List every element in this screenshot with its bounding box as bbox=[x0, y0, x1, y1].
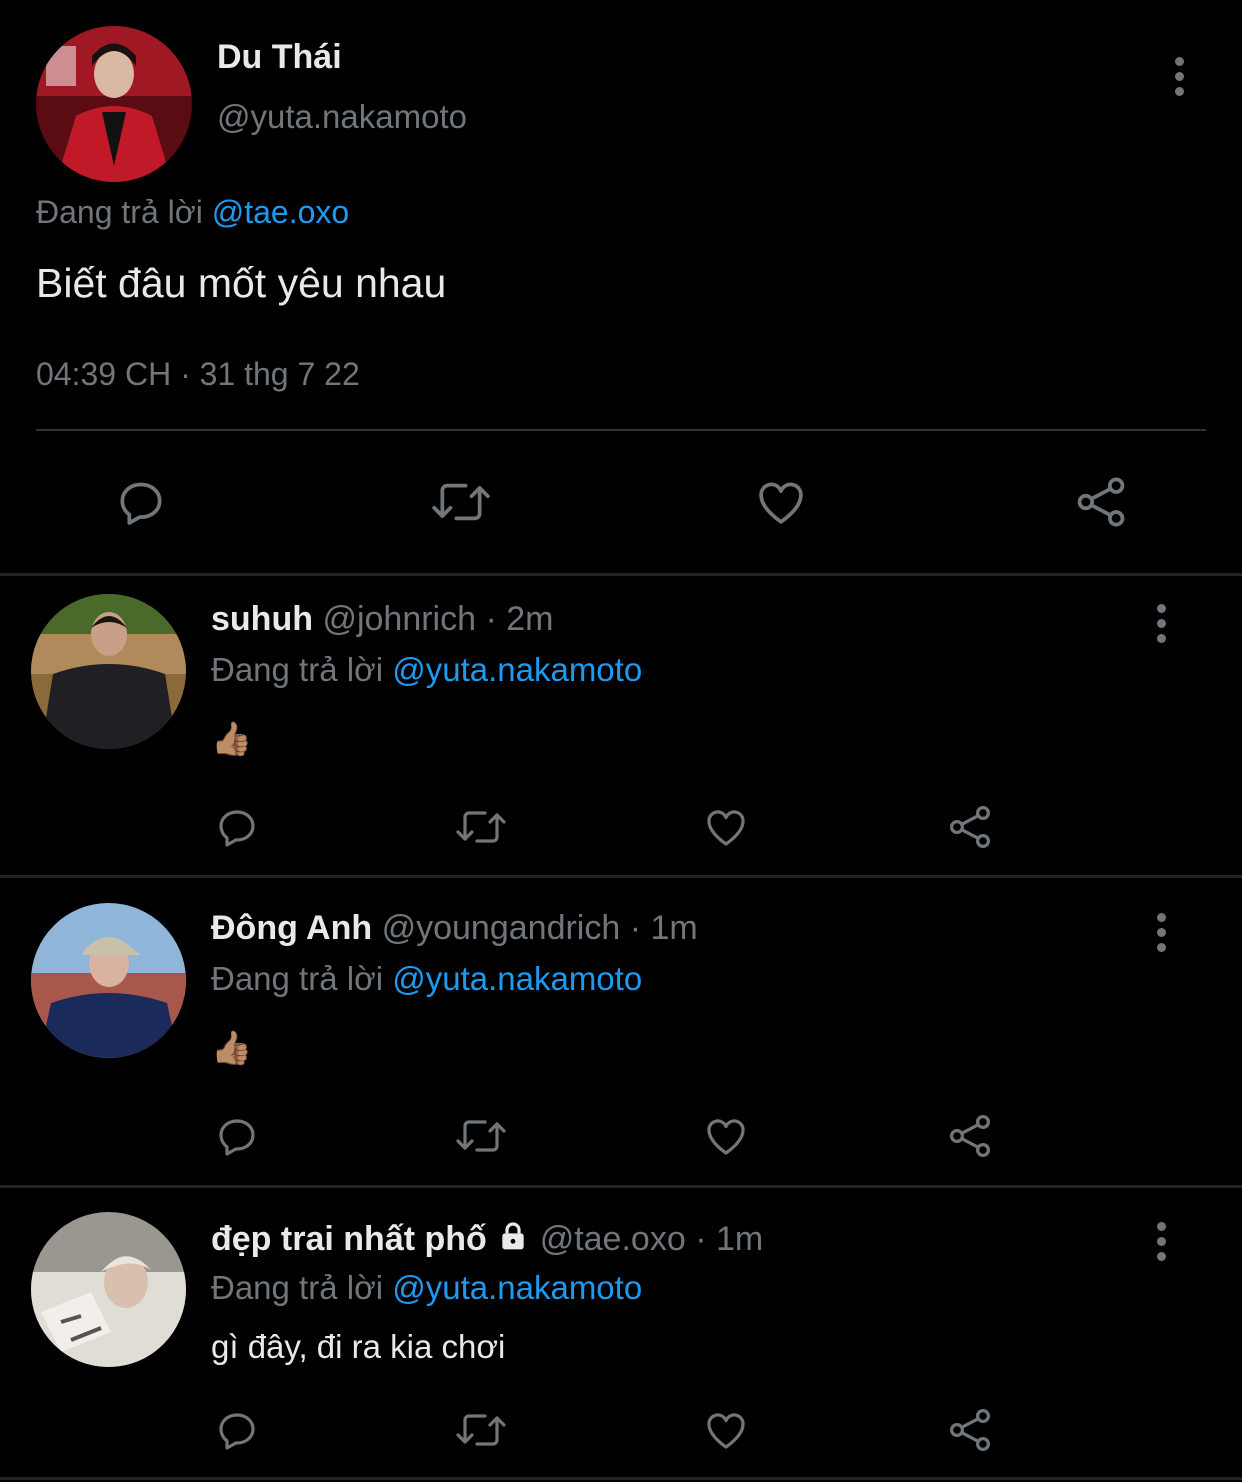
author-handle[interactable]: @yuta.nakamoto bbox=[217, 98, 467, 136]
replying-to-link[interactable]: @yuta.nakamoto bbox=[392, 651, 642, 688]
reply-time[interactable]: 1m bbox=[651, 909, 698, 947]
share-icon[interactable] bbox=[946, 1112, 994, 1160]
share-icon[interactable] bbox=[1072, 474, 1130, 530]
author-name[interactable]: đẹp trai nhất phố bbox=[211, 1220, 487, 1258]
reply-time[interactable]: 1m bbox=[716, 1220, 763, 1258]
author-name[interactable]: Đông Anh bbox=[211, 909, 372, 947]
like-icon[interactable] bbox=[702, 1112, 750, 1160]
avatar[interactable] bbox=[31, 594, 186, 749]
more-icon[interactable] bbox=[1155, 604, 1167, 649]
divider bbox=[0, 1477, 1242, 1480]
share-icon[interactable] bbox=[946, 1406, 994, 1454]
separator: · bbox=[485, 600, 497, 638]
reply-text: 👍🏽 bbox=[211, 720, 253, 757]
reply-text: gì đây, đi ra kia chơi bbox=[211, 1328, 506, 1365]
replying-to: Đang trả lời @tae.oxo bbox=[36, 194, 349, 231]
reply-time[interactable]: 2m bbox=[506, 600, 553, 638]
lock-icon bbox=[496, 1220, 530, 1261]
reply-header: Đông Anh @youngandrich · 1m bbox=[211, 909, 698, 948]
retweet-icon[interactable] bbox=[453, 803, 509, 851]
replying-to-link[interactable]: @yuta.nakamoto bbox=[392, 960, 642, 997]
replying-label: Đang trả lời bbox=[36, 194, 203, 230]
like-icon[interactable] bbox=[702, 803, 750, 851]
retweet-icon[interactable] bbox=[427, 474, 495, 530]
like-icon[interactable] bbox=[702, 1406, 750, 1454]
tweet-timestamp[interactable]: 04:39 CH · 31 thg 7 22 bbox=[36, 356, 360, 393]
avatar[interactable] bbox=[31, 1212, 186, 1367]
comment-icon[interactable] bbox=[213, 1112, 261, 1160]
author-name[interactable]: suhuh bbox=[211, 600, 313, 638]
reply-text: 👍🏽 bbox=[211, 1029, 253, 1066]
retweet-icon[interactable] bbox=[453, 1406, 509, 1454]
divider bbox=[0, 1185, 1242, 1188]
comment-icon[interactable] bbox=[112, 474, 170, 530]
replying-label: Đang trả lời bbox=[211, 651, 384, 688]
replying-to: Đang trả lời @yuta.nakamoto bbox=[211, 960, 642, 998]
divider bbox=[36, 429, 1206, 431]
more-icon[interactable] bbox=[1155, 913, 1167, 958]
comment-icon[interactable] bbox=[213, 1406, 261, 1454]
replying-to: Đang trả lời @yuta.nakamoto bbox=[211, 651, 642, 689]
separator: · bbox=[629, 909, 642, 947]
replying-label: Đang trả lời bbox=[211, 1269, 384, 1306]
comment-icon[interactable] bbox=[213, 803, 261, 851]
replying-to-link[interactable]: @tae.oxo bbox=[212, 194, 349, 230]
author-handle[interactable]: @johnrich bbox=[322, 600, 476, 638]
author-name[interactable]: Du Thái bbox=[217, 38, 342, 77]
replying-label: Đang trả lời bbox=[211, 960, 384, 997]
avatar[interactable] bbox=[36, 26, 192, 182]
author-handle[interactable]: @tae.oxo bbox=[540, 1220, 686, 1258]
like-icon[interactable] bbox=[752, 474, 810, 530]
more-icon[interactable] bbox=[1173, 57, 1185, 102]
separator: · bbox=[695, 1220, 707, 1258]
replying-to: Đang trả lời @yuta.nakamoto bbox=[211, 1269, 642, 1307]
more-icon[interactable] bbox=[1155, 1222, 1167, 1267]
share-icon[interactable] bbox=[946, 803, 994, 851]
reply-header: suhuh @johnrich · 2m bbox=[211, 600, 554, 639]
avatar[interactable] bbox=[31, 903, 186, 1058]
tweet-text: Biết đâu mốt yêu nhau bbox=[36, 260, 447, 306]
reply-header: đẹp trai nhất phố @tae.oxo · 1m bbox=[211, 1220, 763, 1261]
retweet-icon[interactable] bbox=[453, 1112, 509, 1160]
divider bbox=[0, 573, 1242, 576]
divider bbox=[0, 875, 1242, 878]
author-handle[interactable]: @youngandrich bbox=[382, 909, 621, 947]
replying-to-link[interactable]: @yuta.nakamoto bbox=[392, 1269, 642, 1306]
